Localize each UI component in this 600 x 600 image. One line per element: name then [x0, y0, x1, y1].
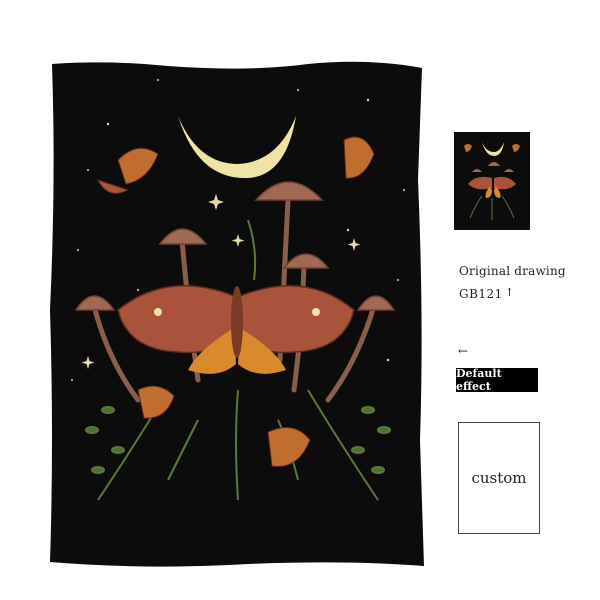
- original-thumbnail[interactable]: [454, 132, 530, 230]
- left-arrow-icon: ←: [458, 344, 469, 358]
- thumbnail-artwork: [454, 132, 530, 230]
- original-drawing-label: Original drawing: [459, 264, 566, 278]
- tapestry-artwork: [50, 61, 424, 567]
- up-arrow-icon: ↑: [504, 286, 515, 299]
- tapestry-image: [48, 60, 426, 570]
- custom-label: custom: [471, 469, 527, 487]
- custom-option-box[interactable]: custom: [458, 422, 540, 534]
- design-code: GB121 ↑: [459, 286, 515, 301]
- design-code-text: GB121: [459, 287, 503, 301]
- default-effect-button[interactable]: Default effect: [456, 367, 538, 393]
